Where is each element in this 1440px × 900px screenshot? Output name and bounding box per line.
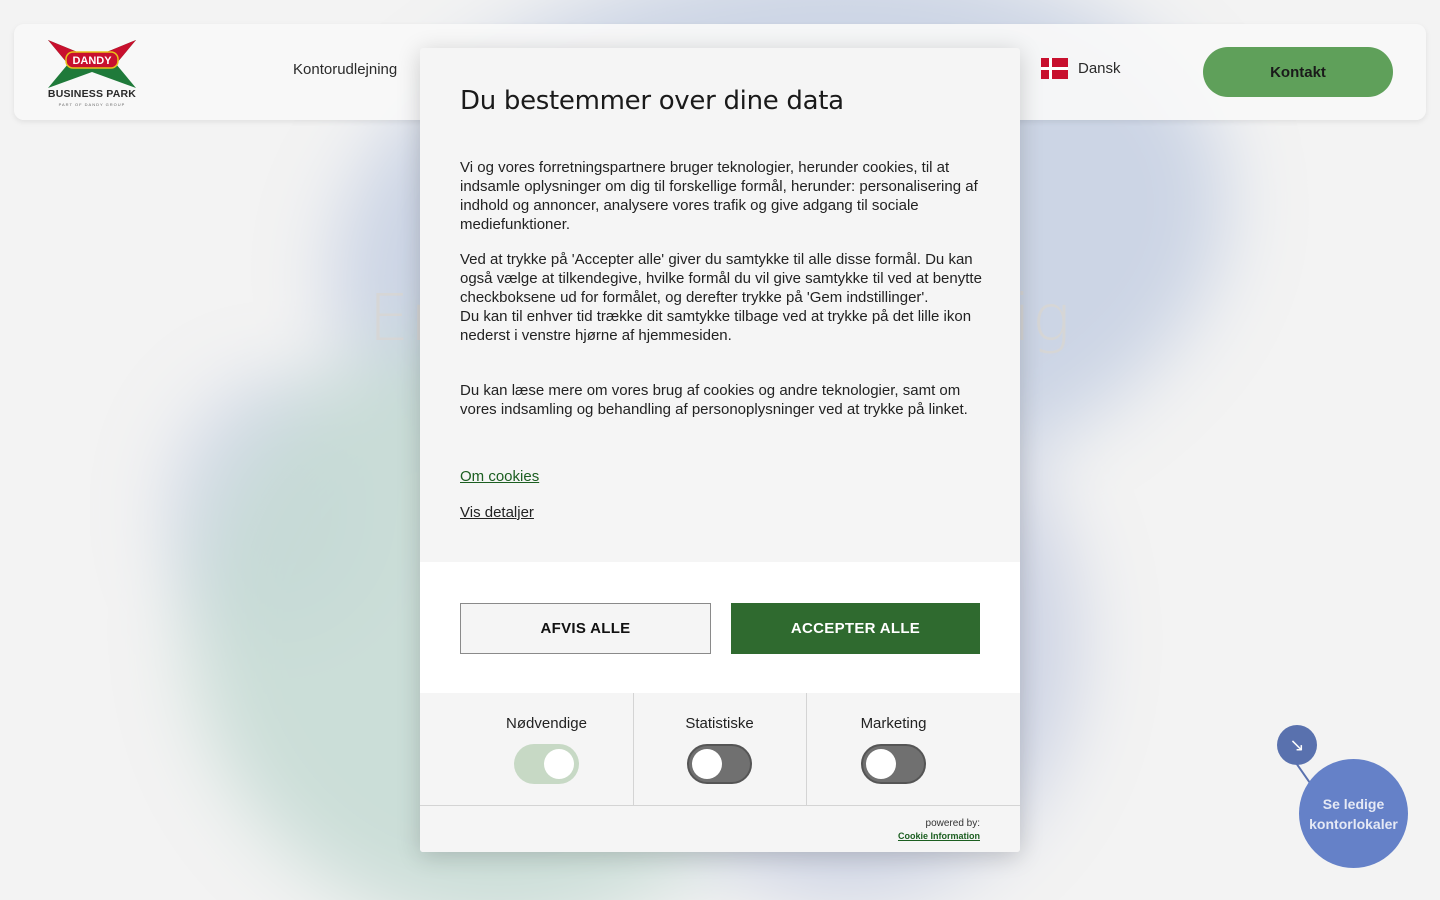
vacant-offices-button[interactable]: Se ledige kontorlokaler — [1299, 759, 1408, 868]
arrow-down-right-icon[interactable]: ↘ — [1277, 725, 1317, 765]
nav-item-kontorudlejning[interactable]: Kontorudlejning — [293, 61, 397, 78]
dandy-logo[interactable]: DANDY BUSINESS PARK PART OF DANDY GROUP — [44, 36, 140, 110]
category-label-necessary: Nødvendige — [506, 715, 587, 732]
dialog-paragraph-2b: Du kan til enhver tid trække dit samtykk… — [460, 308, 972, 344]
dialog-paragraph-2a: Ved at trykke på 'Accepter alle' giver d… — [460, 251, 982, 306]
show-details-link[interactable]: Vis detaljer — [460, 504, 534, 521]
dialog-paragraph-1: Vi og vores forretningspartnere bruger t… — [460, 159, 978, 233]
svg-text:DANDY: DANDY — [72, 55, 112, 67]
cookie-information-link[interactable]: Cookie Information — [898, 831, 980, 841]
powered-by-label: powered by: — [925, 818, 980, 829]
dialog-paragraph-2: Ved at trykke på 'Accepter alle' giver d… — [460, 250, 985, 345]
toggle-knob — [692, 749, 722, 779]
toggle-knob — [544, 749, 574, 779]
toggle-knob — [866, 749, 896, 779]
category-label-marketing: Marketing — [860, 715, 927, 732]
dialog-button-area: AFVIS ALLE ACCEPTER ALLE — [420, 562, 1020, 693]
dialog-footer: powered by: Cookie Information — [420, 805, 1020, 852]
dialog-paragraph-3: Du kan læse mere om vores brug af cookie… — [460, 382, 968, 418]
danish-flag-icon — [1041, 58, 1068, 79]
logo-sub: PART OF DANDY GROUP — [58, 102, 126, 107]
consent-categories: Nødvendige Statistiske Marketing — [420, 693, 1020, 805]
logo-name: BUSINESS PARK — [47, 88, 137, 100]
category-marketing: Marketing — [806, 693, 981, 805]
necessary-toggle — [514, 744, 579, 784]
dialog-title: Du bestemmer over dine data — [460, 86, 844, 116]
category-statistics: Statistiske — [633, 693, 806, 805]
language-switcher[interactable]: Dansk — [1041, 58, 1121, 79]
category-label-statistics: Statistiske — [685, 715, 754, 732]
category-necessary: Nødvendige — [460, 693, 633, 805]
logo-emblem-icon: DANDY — [48, 40, 136, 88]
about-cookies-link[interactable]: Om cookies — [460, 468, 539, 485]
contact-button[interactable]: Kontakt — [1203, 47, 1393, 97]
reject-all-button[interactable]: AFVIS ALLE — [460, 603, 711, 654]
statistics-toggle[interactable] — [687, 744, 752, 784]
cookie-consent-dialog: Du bestemmer over dine data Vi og vores … — [420, 48, 1020, 852]
language-label: Dansk — [1078, 60, 1121, 77]
accept-all-button[interactable]: ACCEPTER ALLE — [731, 603, 980, 654]
marketing-toggle[interactable] — [861, 744, 926, 784]
